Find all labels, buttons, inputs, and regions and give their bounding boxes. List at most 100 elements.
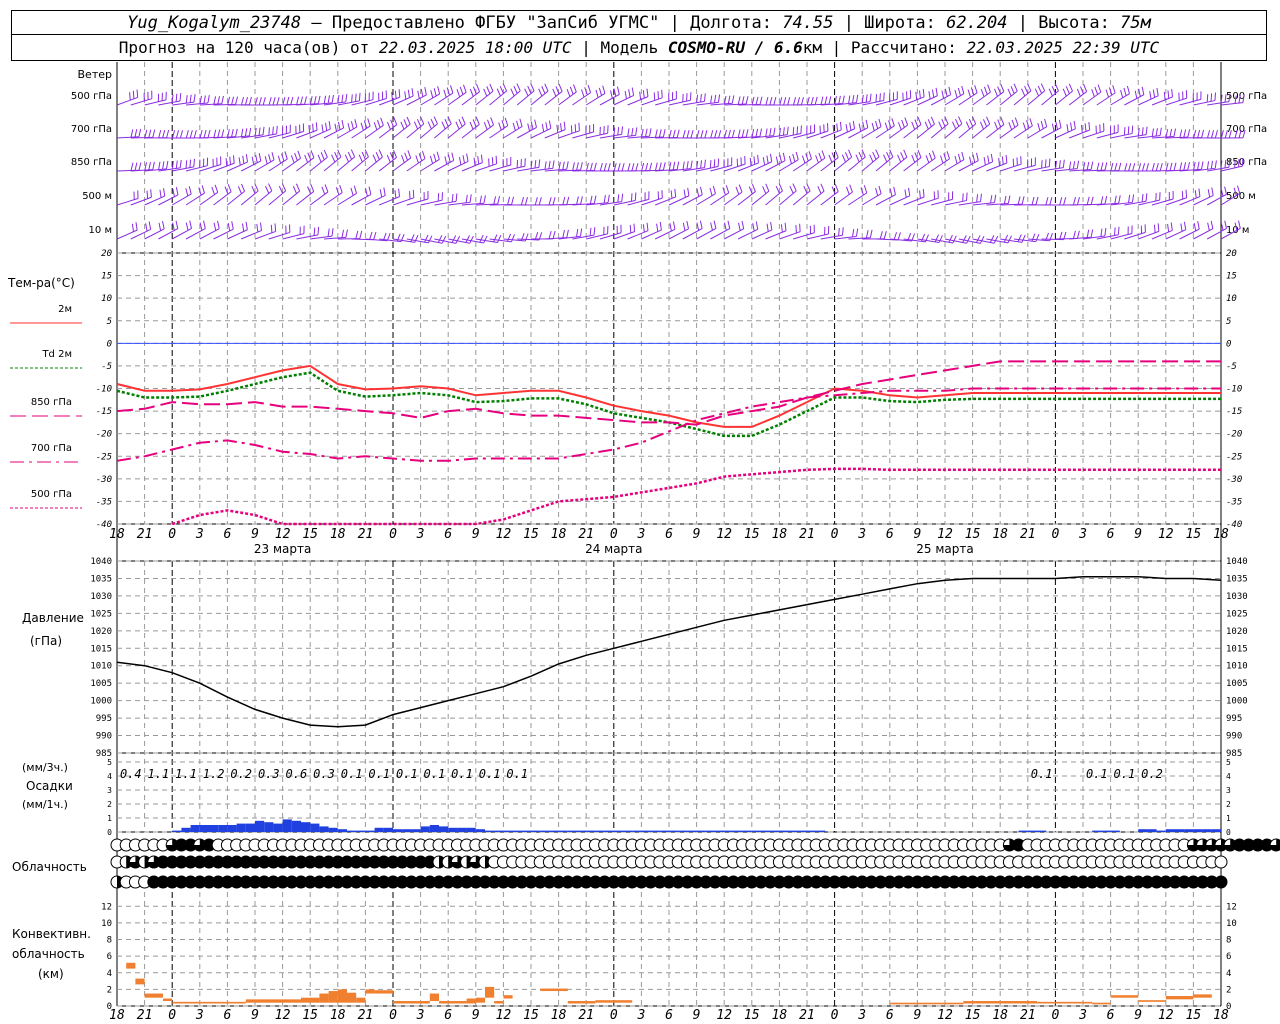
- wind-barb-feather: [704, 130, 708, 139]
- wind-barb-feather: [792, 153, 796, 162]
- x-tick-label: 15: [744, 527, 760, 542]
- wind-title: Ветер: [78, 68, 112, 81]
- precip-bar: [374, 827, 384, 832]
- wind-barb-feather: [458, 119, 463, 127]
- wind-barb-feather: [1048, 158, 1051, 167]
- wind-barb-feather: [686, 161, 689, 170]
- wind-level-label: 700 гПа: [71, 124, 112, 135]
- wind-barb: [875, 156, 894, 172]
- precip-bar: [209, 825, 219, 832]
- wind-barb-feather: [1040, 120, 1044, 129]
- wind-barb-feather: [562, 161, 565, 170]
- wind-barb-feather: [1145, 163, 1150, 172]
- x-tick-label: 12: [937, 1008, 953, 1023]
- temp-tick-label: 20: [101, 249, 112, 259]
- wind-barb-feather: [214, 184, 219, 193]
- wind-barb-feather: [1044, 118, 1048, 127]
- wind-barb-feather: [268, 183, 273, 192]
- wind-barb-feather: [510, 234, 515, 243]
- wind-barb-feather: [563, 121, 566, 130]
- wind-barb-feather: [203, 95, 206, 104]
- conv-bar: [172, 1001, 246, 1004]
- wind-barb: [185, 165, 208, 172]
- wind-barb-feather: [1167, 90, 1170, 99]
- wind-barb-feather: [486, 86, 491, 94]
- wind-barb-feather: [922, 188, 925, 198]
- x-tick-label: 15: [302, 1008, 318, 1023]
- wind-barb-feather: [308, 125, 311, 134]
- wind-barb-feather: [201, 185, 205, 194]
- wind-barb-feather: [403, 119, 408, 127]
- wind-barb-feather: [415, 155, 419, 164]
- wind-barb-feather: [738, 184, 743, 193]
- precip-bar: [227, 825, 237, 832]
- precip-amount-label: 0.1: [396, 767, 418, 781]
- wind-barb-feather: [599, 163, 603, 172]
- wind-barb-feather: [217, 96, 221, 105]
- wind-barb-feather: [569, 86, 574, 95]
- wind-barb-feather: [634, 192, 637, 201]
- conv-bar: [439, 1001, 467, 1004]
- wind-barb-feather: [642, 90, 645, 99]
- wind-barb-feather: [369, 231, 373, 240]
- precip-bar: [429, 825, 439, 832]
- wind-barb-feather: [631, 127, 634, 136]
- temp-legend-label: 2м: [58, 304, 72, 315]
- wind-barb-feather: [541, 123, 545, 132]
- pressure-tick-label: 1020: [1226, 627, 1248, 637]
- wind-barb-feather: [1034, 88, 1040, 97]
- wind-barb-feather: [1156, 87, 1159, 96]
- wind-barb-feather: [213, 96, 217, 105]
- date-label: 24 марта: [585, 542, 642, 556]
- wind-barb-feather: [498, 122, 502, 131]
- wind-barb-feather: [276, 97, 280, 106]
- temp-tick-label: -10: [96, 385, 112, 395]
- temp-tick-label: 0: [1226, 339, 1231, 349]
- wind-barb: [1096, 92, 1116, 106]
- wind-barb-feather: [1210, 93, 1213, 102]
- wind-barb-feather: [231, 128, 234, 138]
- wind-barb-feather: [383, 187, 386, 196]
- conv-unit: (км): [38, 967, 64, 981]
- wind-barb-feather: [1021, 88, 1026, 97]
- wind-barb-feather: [221, 129, 225, 138]
- wind-barb-feather: [579, 228, 583, 237]
- convective-cloud-panel: 12 1210 108 86 64 42 20 0Конвективн.облачность(…: [12, 902, 1237, 1012]
- wind-barb-feather: [136, 89, 139, 98]
- wind-barb-feather: [727, 220, 731, 229]
- wind-barb: [309, 191, 329, 206]
- wind-barb-feather: [1169, 128, 1173, 137]
- wind-barb-feather: [980, 89, 985, 97]
- temp-tick-label: 5: [107, 317, 112, 327]
- wind-barb: [544, 91, 563, 106]
- wind-barb-feather: [493, 196, 497, 205]
- x-tick-label: 0: [1051, 1008, 1059, 1023]
- wind-barb-feather: [710, 222, 713, 231]
- wind-barb-feather: [849, 122, 852, 131]
- wind-barb-feather: [1214, 130, 1218, 139]
- precip-bar: [1027, 830, 1037, 832]
- precip-amount-label: 0.2: [1141, 767, 1163, 781]
- wind-barb-feather: [1210, 130, 1215, 139]
- wind-barb-feather: [994, 88, 999, 97]
- x-tick-label: 0: [610, 527, 618, 542]
- wind-barb-feather: [852, 95, 855, 104]
- precip-bar: [218, 825, 228, 832]
- wind-barb-feather: [1131, 125, 1134, 134]
- wind-barb-feather: [782, 127, 785, 136]
- wind-barb-feather: [686, 220, 689, 229]
- wind-barb-feather: [576, 162, 579, 171]
- precip-amount-label: 0.3: [313, 767, 335, 781]
- wind-barb-feather: [753, 156, 756, 165]
- pressure-title: Давление: [22, 611, 84, 625]
- precip-bar: [402, 829, 412, 832]
- x-tick-label: 0: [168, 527, 176, 542]
- wind-barb-feather: [782, 152, 786, 161]
- wind-barb: [516, 90, 535, 106]
- precip-bar: [337, 829, 347, 832]
- wind-barb-feather: [1138, 88, 1141, 97]
- x-tick-label: 21: [358, 1008, 374, 1023]
- x-tick-label: 18: [109, 1008, 125, 1023]
- wind-barb-feather: [755, 96, 759, 105]
- precip-bar: [328, 827, 338, 832]
